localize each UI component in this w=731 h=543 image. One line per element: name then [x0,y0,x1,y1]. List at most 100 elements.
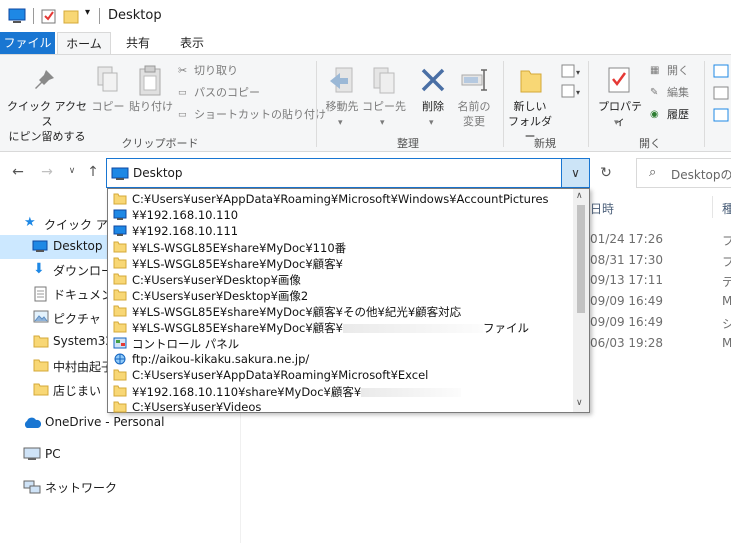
ftp-globe-icon [114,353,126,365]
list-item[interactable]: ¥¥192.168.10.110 [108,207,573,223]
search-box[interactable]: ⌕ Desktopの検 [636,158,731,188]
back-arrow-icon[interactable]: ← [9,164,27,180]
list-item[interactable]: ¥¥192.168.10.111 [108,223,573,239]
copy-icon [97,66,118,92]
history-icon: ◉ [650,109,659,120]
list-item[interactable]: ¥¥LS-WSGL85E¥share¥MyDoc¥顧客¥その他¥紀光¥顧客対応 [108,303,573,319]
path-icon: ▭ [178,88,187,98]
list-item[interactable]: C:¥Users¥user¥Desktop¥画像 [108,271,573,287]
column-separator[interactable] [712,196,713,218]
folder-icon [33,359,49,372]
folder-icon [113,273,127,285]
forward-arrow-icon[interactable]: → [38,164,56,180]
scroll-up-arrow-icon[interactable]: ∧ [576,191,583,201]
list-item[interactable]: ¥¥LS-WSGL85E¥share¥MyDoc¥顧客¥ [108,255,573,271]
open-button[interactable]: 開く [667,61,689,81]
list-item-text: ftp://aikou-kikaku.sakura.ne.jp/ [132,352,310,366]
refresh-icon[interactable]: ↻ [592,158,620,188]
list-item[interactable]: ¥¥192.168.10.110¥share¥MyDoc¥顧客¥ [108,383,573,399]
dropdown-scrollbar[interactable]: ∧ ∨ [573,189,589,412]
download-arrow-icon: ⬇ [33,261,45,277]
window-title: Desktop [108,8,162,23]
tab-view[interactable]: 表示 [170,32,214,54]
file-date: 08/31 17:30 [590,253,663,267]
list-item-text: ¥¥LS-WSGL85E¥share¥MyDoc¥顧客¥ ファイル [132,320,529,336]
address-text[interactable]: Desktop [133,166,183,180]
network-icon [23,480,41,494]
list-item[interactable]: コントロール パネル [108,335,573,351]
tab-share[interactable]: 共有 [116,32,160,54]
desktop-icon [111,167,129,180]
ribbon: クイック アクセス にピン留めする コピー 貼り付け ✂ 切り取り ▭ パスのコ… [0,54,731,152]
paste-button[interactable]: 貼り付け [128,99,174,114]
list-item-text: ¥¥192.168.10.110 [132,208,239,222]
column-header-date[interactable]: 日時 [590,200,614,217]
desktop-icon[interactable] [8,8,26,24]
folder-icon [113,305,127,317]
chevron-down-icon[interactable]: ▾ [380,113,385,133]
move-to-icon [330,67,353,93]
rename-button[interactable]: 名前の 変更 [452,99,496,129]
address-bar[interactable]: Desktop ∨ [106,158,590,188]
cut-button[interactable]: 切り取り [194,61,238,81]
copy-to-icon [373,67,395,94]
list-item[interactable]: C:¥Users¥user¥Videos [108,399,573,415]
address-dropdown-chevron-icon[interactable]: ∨ [561,158,590,188]
list-item[interactable]: ¥¥LS-WSGL85E¥share¥MyDoc¥110番 [108,239,573,255]
scroll-down-arrow-icon[interactable]: ∨ [576,398,583,408]
list-item-text: コントロール パネル [132,337,240,351]
list-item[interactable]: C:¥Users¥user¥AppData¥Roaming¥Microsoft¥… [108,191,573,207]
chevron-down-icon[interactable]: ▾ [429,113,434,133]
list-item-text: C:¥Users¥user¥Videos [132,400,262,414]
copy-path-button[interactable]: パスのコピー [194,83,260,103]
properties-button[interactable]: プロパティ [594,99,646,129]
quick-access-toolbar-dropdown-icon[interactable]: ▾ [85,7,90,18]
file-type: M [722,336,731,350]
sidebar-item-label: 中村由起子 [53,360,114,374]
edit-button[interactable]: 編集 [667,83,689,103]
star-icon: ★ [24,215,36,230]
delete-button[interactable]: 削除 [414,99,452,114]
folder-icon [113,401,127,413]
list-item-text: ¥¥LS-WSGL85E¥share¥MyDoc¥110番 [132,241,347,255]
select-icons[interactable] [712,63,731,123]
folder-icon [113,257,127,269]
history-button[interactable]: 履歴 [667,105,689,125]
copy-button[interactable]: コピー [90,99,126,114]
list-item[interactable]: ¥¥LS-WSGL85E¥share¥MyDoc¥顧客¥ ファイル [108,319,573,335]
copy-to-button[interactable]: コピー先 [362,99,406,114]
new-folder-icon[interactable] [63,8,79,24]
chevron-down-icon[interactable]: ▾ [614,113,619,133]
list-item[interactable]: C:¥Users¥user¥AppData¥Roaming¥Microsoft¥… [108,367,573,383]
folder-icon [113,369,127,381]
sidebar-item-network[interactable]: ネットワーク [0,475,240,499]
recent-locations-chevron-icon[interactable]: ∨ [63,166,81,176]
ribbon-tabs: ファイル ホーム 共有 表示 [0,32,731,55]
redacted-text [361,388,462,397]
properties-check-icon[interactable] [41,8,57,24]
paste-shortcut-button[interactable]: ショートカットの貼り付け [194,105,326,125]
tab-home[interactable]: ホーム [57,32,111,55]
ribbon-separator [503,61,504,147]
list-item-text: ¥¥192.168.10.111 [132,224,239,238]
folder-icon [33,335,49,348]
column-header-type[interactable]: 種 [722,200,731,217]
list-item[interactable]: C:¥Users¥user¥Desktop¥画像2 [108,287,573,303]
file-type: テ [722,275,731,289]
list-item-text: ¥¥192.168.10.110¥share¥MyDoc¥顧客¥ [132,384,462,400]
tab-file[interactable]: ファイル [0,32,55,54]
computer-icon [113,225,127,236]
scissors-icon: ✂ [178,64,188,77]
list-item[interactable]: ftp://aikou-kikaku.sakura.ne.jp/ [108,351,573,367]
scrollbar-thumb[interactable] [577,205,585,313]
folder-icon [113,385,127,397]
sidebar-item-pc[interactable]: PC [0,443,240,467]
up-arrow-icon[interactable]: ↑ [84,164,102,180]
new-item-icons[interactable]: ▾ ▾ [560,63,582,103]
ribbon-separator [704,61,705,147]
search-input[interactable]: Desktopの検 [671,166,731,183]
chevron-down-icon[interactable]: ▾ [338,113,343,133]
open-icon: ▦ [650,65,660,76]
pin-quick-access-button[interactable]: クイック アクセス にピン留めする [4,99,90,144]
move-to-button[interactable]: 移動先 [320,99,364,114]
